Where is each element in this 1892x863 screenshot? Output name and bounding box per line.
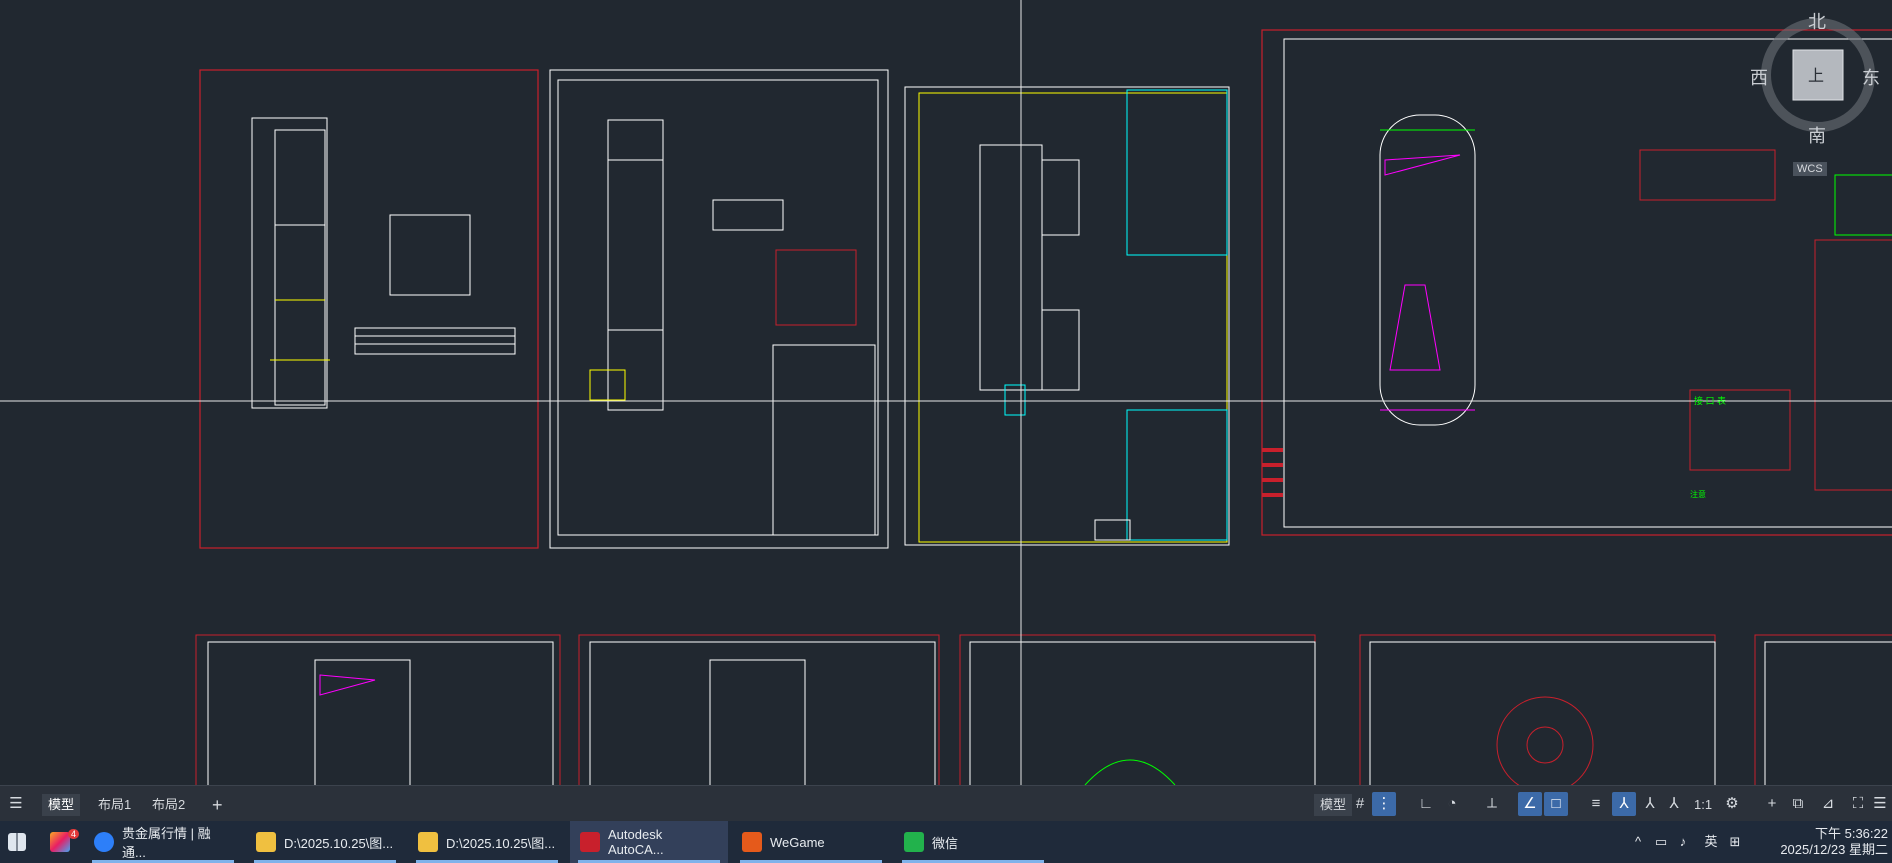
drawing-viewport — [0, 0, 1892, 785]
clock-date: 2025/12/23 星期二 — [1780, 842, 1888, 857]
grid-icon[interactable]: # — [1348, 792, 1372, 816]
drawing-sheet-1 — [199, 69, 539, 549]
add-layout-button[interactable]: + — [206, 794, 229, 816]
drawing-sheet-4 — [1261, 29, 1892, 536]
taskbar-app-label: D:\2025.10.25\图... — [284, 835, 394, 851]
start-button[interactable] — [0, 821, 38, 863]
taskbar-app-label: 贵金属行情 | 融通... — [122, 826, 211, 860]
drawing-sheet-3 — [904, 86, 1230, 546]
ime-mode-icon[interactable]: ⊞ — [1724, 821, 1746, 863]
taskbar-app-explorer-1[interactable]: D:\2025.10.25\图... — [246, 821, 404, 863]
folder-icon — [256, 832, 276, 852]
notes-title: 注意 — [1690, 490, 1706, 499]
taskbar-app-label: WeGame — [770, 834, 825, 850]
annotation-icon[interactable]: ⅄ — [1662, 792, 1686, 816]
folder-icon — [418, 832, 438, 852]
tab-layout1[interactable]: 布局1 — [92, 794, 137, 816]
wegame-icon — [742, 832, 762, 852]
annotation-visibility-icon[interactable]: ⅄ — [1612, 792, 1636, 816]
hamburger-menu-icon[interactable]: ☰ — [4, 792, 28, 816]
annotation-monitor-icon[interactable]: + — [1760, 792, 1784, 816]
compass-north[interactable]: 北 — [1808, 8, 1826, 34]
ime-language[interactable]: 英 — [1700, 821, 1722, 863]
object-snap-tracking-icon[interactable]: ∠ — [1518, 792, 1542, 816]
taskbar-app-autocad[interactable]: Autodesk AutoCA... — [570, 821, 728, 863]
taskbar-app-label: D:\2025.10.25\图... — [446, 835, 556, 851]
clock-time: 下午 5:36:22 — [1815, 826, 1888, 841]
snap-icon[interactable]: ⋮ — [1372, 792, 1396, 816]
polar-icon[interactable]: ◔ — [1440, 792, 1464, 816]
nozzle-table-title: 接 口 表 — [1694, 396, 1727, 406]
isodraft-icon[interactable]: ⟂ — [1480, 792, 1504, 816]
object-snap-icon[interactable]: □ — [1544, 792, 1568, 816]
model-space-toggle[interactable]: 模型 — [1314, 794, 1353, 816]
viewcube-top-face[interactable]: 上 — [1808, 62, 1824, 86]
widgets-icon — [50, 832, 70, 852]
lineweight-icon[interactable]: ≡ — [1584, 792, 1608, 816]
workspace-gear-icon[interactable]: ⚙ — [1720, 792, 1744, 816]
units-icon[interactable]: ⧉ — [1786, 792, 1810, 816]
drawing-sheet-2 — [549, 69, 889, 549]
autocad-icon — [580, 832, 600, 852]
show-hidden-icons-chevron-icon[interactable]: ^ — [1628, 821, 1648, 863]
network-icon[interactable]: ▭ — [1650, 821, 1672, 863]
compass-south[interactable]: 南 — [1808, 122, 1826, 148]
tab-layout2[interactable]: 布局2 — [146, 794, 191, 816]
fullscreen-icon[interactable]: ⛶ — [1846, 792, 1870, 816]
windows-logo-icon — [8, 833, 26, 851]
notification-badge: 4 — [68, 829, 80, 839]
compass-west[interactable]: 西 — [1750, 64, 1768, 90]
wechat-icon — [904, 832, 924, 852]
annotation-scale[interactable]: 1:1 — [1688, 794, 1718, 816]
ortho-icon[interactable]: ∟ — [1414, 792, 1438, 816]
taskbar-app-wegame[interactable]: WeGame — [732, 821, 890, 863]
autoscale-icon[interactable]: ⅄ — [1638, 792, 1662, 816]
taskbar-app-label: 微信 — [932, 835, 959, 851]
taskbar-app-wechat[interactable]: 微信 — [894, 821, 1052, 863]
wcs-menu[interactable]: WCS — [1793, 162, 1827, 176]
taskbar-app-browser[interactable]: 贵金属行情 | 融通... — [84, 821, 242, 863]
windows-taskbar: 4 贵金属行情 | 融通... D:\2025.10.25\图... D:\20… — [0, 821, 1892, 863]
drawing-sheet-row-2 — [195, 634, 1892, 785]
volume-icon[interactable]: ♪ — [1672, 821, 1694, 863]
layout-tab-bar: ☰ 模型 布局1 布局2 + 模型 # ⋮ ∟ ◔ ⟂ ∠ □ ≡ ⅄ ⅄ ⅄ … — [0, 785, 1892, 822]
isolate-objects-icon[interactable]: ⊿ — [1816, 792, 1840, 816]
taskbar-app-explorer-2[interactable]: D:\2025.10.25\图... — [408, 821, 566, 863]
tab-model[interactable]: 模型 — [42, 794, 81, 816]
clock[interactable]: 下午 5:36:22 2025/12/23 星期二 — [1752, 821, 1892, 863]
customize-menu-icon[interactable]: ☰ — [1868, 792, 1892, 816]
model-space-canvas[interactable]: 北 南 西 东 上 WCS 接 口 表 注意 — [0, 0, 1892, 785]
widgets-button[interactable]: 4 — [42, 821, 80, 863]
taskbar-app-label: Autodesk AutoCA... — [608, 827, 664, 857]
compass-east[interactable]: 东 — [1862, 64, 1880, 90]
browser-icon — [94, 832, 114, 852]
